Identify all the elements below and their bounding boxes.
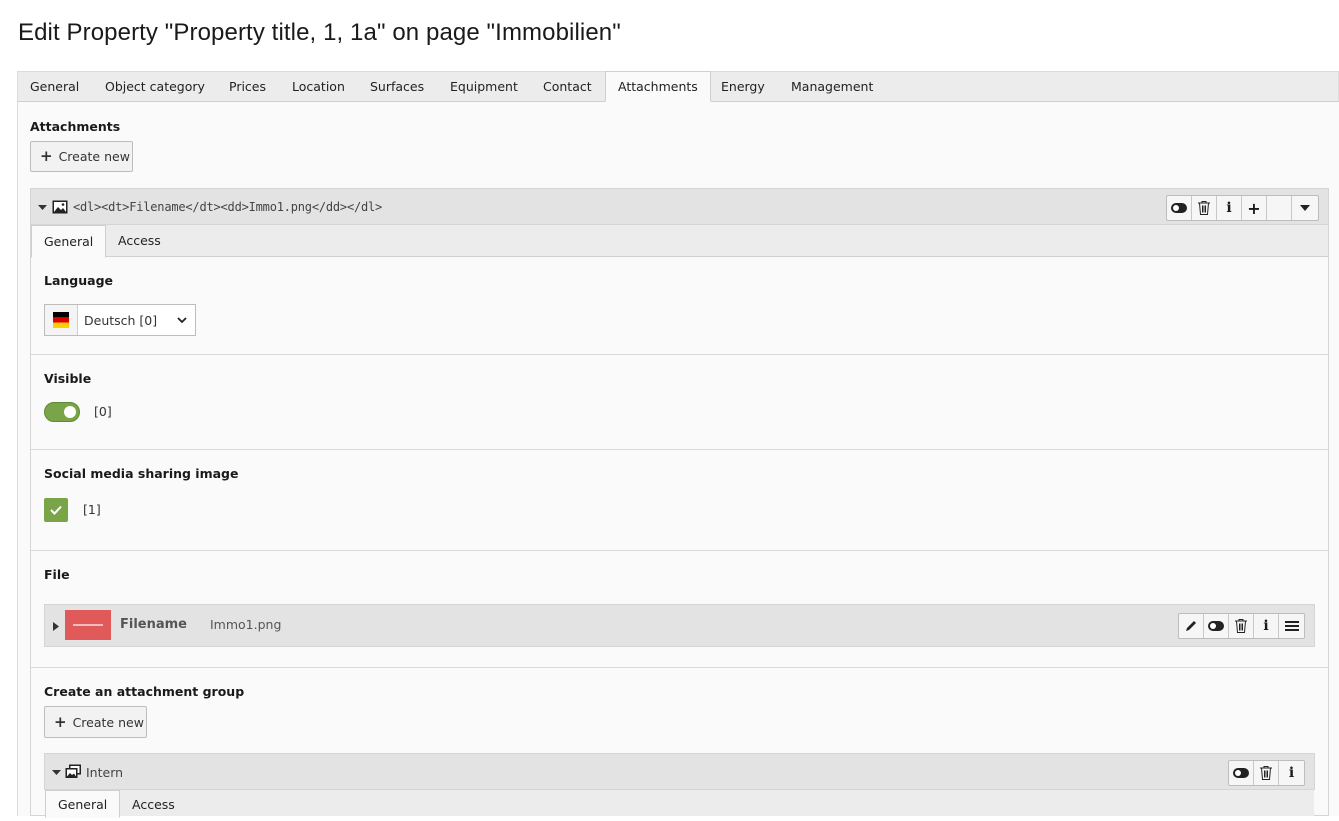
info-button[interactable]: i <box>1279 761 1304 785</box>
tab-equipment[interactable]: Equipment <box>450 72 518 102</box>
file-actions: i <box>1178 613 1305 639</box>
attachment-record-header[interactable]: <dl><dt>Filename</dt><dd>Immo1.png</dd><… <box>30 188 1329 225</box>
language-select[interactable]: Deutsch [0] <box>44 304 196 336</box>
divider <box>31 449 1328 450</box>
subtab-general[interactable]: General <box>31 225 107 258</box>
page-title: Edit Property "Property title, 1, 1a" on… <box>18 19 621 46</box>
info-button[interactable]: i <box>1254 614 1279 638</box>
subtab-access[interactable]: Access <box>118 225 161 256</box>
group-record-header[interactable]: Intern i <box>44 753 1315 790</box>
collapse-caret-icon[interactable] <box>38 205 47 211</box>
info-icon: i <box>1226 200 1232 216</box>
tab-surfaces[interactable]: Surfaces <box>370 72 424 102</box>
pencil-icon <box>1186 621 1196 631</box>
social-image-value: [1] <box>83 502 101 517</box>
tab-location[interactable]: Location <box>292 72 345 102</box>
plus-icon: + <box>40 147 53 165</box>
tab-prices[interactable]: Prices <box>229 72 266 102</box>
create-new-label: Create new <box>58 149 130 164</box>
expand-caret-icon[interactable] <box>53 622 59 631</box>
checkmark-icon <box>50 505 62 515</box>
subtab-access[interactable]: Access <box>132 790 175 821</box>
tab-management[interactable]: Management <box>791 72 873 102</box>
collapse-caret-icon[interactable] <box>52 770 61 776</box>
visible-label: Visible <box>44 371 92 386</box>
divider <box>31 550 1328 551</box>
subtab-general[interactable]: General <box>45 790 121 818</box>
language-label: Language <box>44 273 114 288</box>
main-tabbar: General Object category Prices Location … <box>17 71 1339 102</box>
info-icon: i <box>1263 618 1269 634</box>
create-new-label: Create new <box>72 714 144 730</box>
toggle-visibility-button[interactable] <box>1229 761 1254 785</box>
info-icon: i <box>1288 765 1295 781</box>
delete-button[interactable] <box>1192 196 1217 220</box>
images-group-icon <box>65 764 81 778</box>
menu-icon <box>1284 621 1299 631</box>
tab-attachments[interactable]: Attachments <box>605 71 711 102</box>
group-record-subtabs: General Access <box>45 790 1314 818</box>
toggle-icon <box>1233 768 1249 778</box>
trash-icon <box>1198 201 1210 215</box>
empty-action-slot <box>1267 196 1292 220</box>
attachment-record-body <box>30 225 1329 816</box>
file-thumbnail <box>65 610 111 640</box>
file-label: File <box>44 567 70 582</box>
toggle-visibility-button[interactable] <box>1167 196 1192 220</box>
tab-energy[interactable]: Energy <box>721 72 765 102</box>
tab-general[interactable]: General <box>30 72 79 102</box>
edit-button[interactable] <box>1179 614 1204 638</box>
trash-icon <box>1260 766 1272 780</box>
visible-toggle[interactable] <box>44 402 80 422</box>
add-button[interactable]: + <box>1242 196 1267 220</box>
plus-icon: + <box>1247 198 1261 218</box>
filename-label: Filename <box>120 617 187 632</box>
record-title: <dl><dt>Filename</dt><dd>Immo1.png</dd><… <box>73 200 383 214</box>
visible-value: [0] <box>94 404 112 419</box>
delete-button[interactable] <box>1229 614 1254 638</box>
group-record-actions: i <box>1228 760 1305 786</box>
file-reference-row[interactable]: Filename Immo1.png i <box>44 604 1315 647</box>
trash-icon <box>1235 619 1247 633</box>
plus-icon: + <box>54 712 67 731</box>
chevron-down-icon <box>1299 205 1310 211</box>
record-actions: i + <box>1166 195 1319 221</box>
social-image-label: Social media sharing image <box>44 466 239 481</box>
divider <box>31 354 1328 355</box>
filename-value: Immo1.png <box>210 617 282 632</box>
group-record-title: Intern <box>86 765 124 780</box>
tab-contact[interactable]: Contact <box>543 72 592 102</box>
info-button[interactable]: i <box>1217 196 1242 220</box>
toggle-icon <box>1208 621 1224 631</box>
create-new-attachment-button[interactable]: + Create new <box>30 141 133 172</box>
attachments-label: Attachments <box>30 119 121 134</box>
toggle-visibility-button[interactable] <box>1204 614 1229 638</box>
chevron-down-icon <box>177 316 187 323</box>
tab-object-category[interactable]: Object category <box>105 72 205 102</box>
create-new-group-button[interactable]: + Create new <box>44 706 147 738</box>
social-image-checkbox[interactable] <box>44 498 68 522</box>
toggle-icon <box>1171 203 1187 213</box>
attachment-group-label: Create an attachment group <box>44 684 245 699</box>
de-flag-icon <box>45 305 78 335</box>
record-subtabs: General Access <box>31 225 1328 258</box>
divider <box>31 667 1328 668</box>
language-value: Deutsch [0] <box>84 312 158 328</box>
image-icon <box>52 200 68 214</box>
drag-handle-button[interactable] <box>1279 614 1304 638</box>
more-actions-button[interactable] <box>1292 196 1317 220</box>
delete-button[interactable] <box>1254 761 1279 785</box>
